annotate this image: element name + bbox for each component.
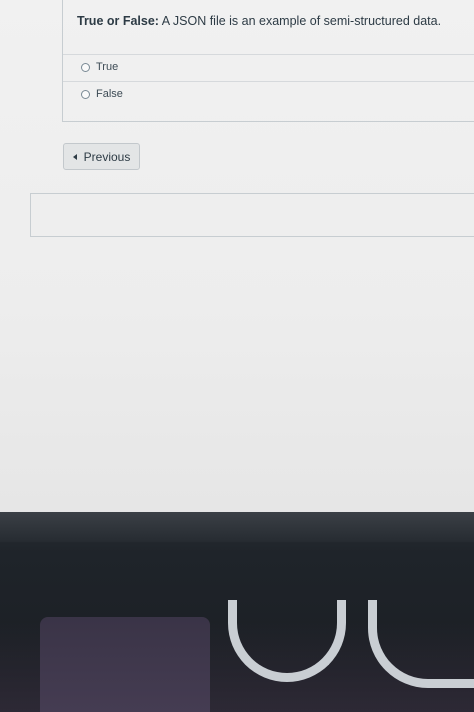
answer-label: False: [96, 88, 123, 100]
radio-button[interactable]: [81, 89, 90, 99]
question-text: True or False: A JSON file is an example…: [77, 14, 441, 28]
question-card: True or False: A JSON file is an example…: [62, 0, 474, 122]
question-lead: True or False:: [77, 14, 159, 28]
radio-button[interactable]: [81, 62, 90, 72]
previous-label: Previous: [83, 149, 131, 164]
answer-label: True: [96, 61, 119, 73]
answer-option-true[interactable]: True: [81, 58, 118, 76]
answer-option-false[interactable]: False: [81, 85, 123, 103]
question-body: A JSON file is an example of semi-struct…: [158, 14, 442, 28]
previous-button[interactable]: Previous: [63, 143, 140, 170]
bezel-edge: [0, 512, 474, 542]
laptop-bezel: [0, 512, 474, 712]
keyboard-key: [40, 617, 210, 712]
quiz-screen: True or False: A JSON file is an example…: [0, 0, 474, 512]
empty-panel: [30, 193, 474, 237]
answer-divider: [63, 81, 474, 82]
chevron-left-icon: [72, 153, 77, 160]
answer-divider: [63, 54, 474, 55]
